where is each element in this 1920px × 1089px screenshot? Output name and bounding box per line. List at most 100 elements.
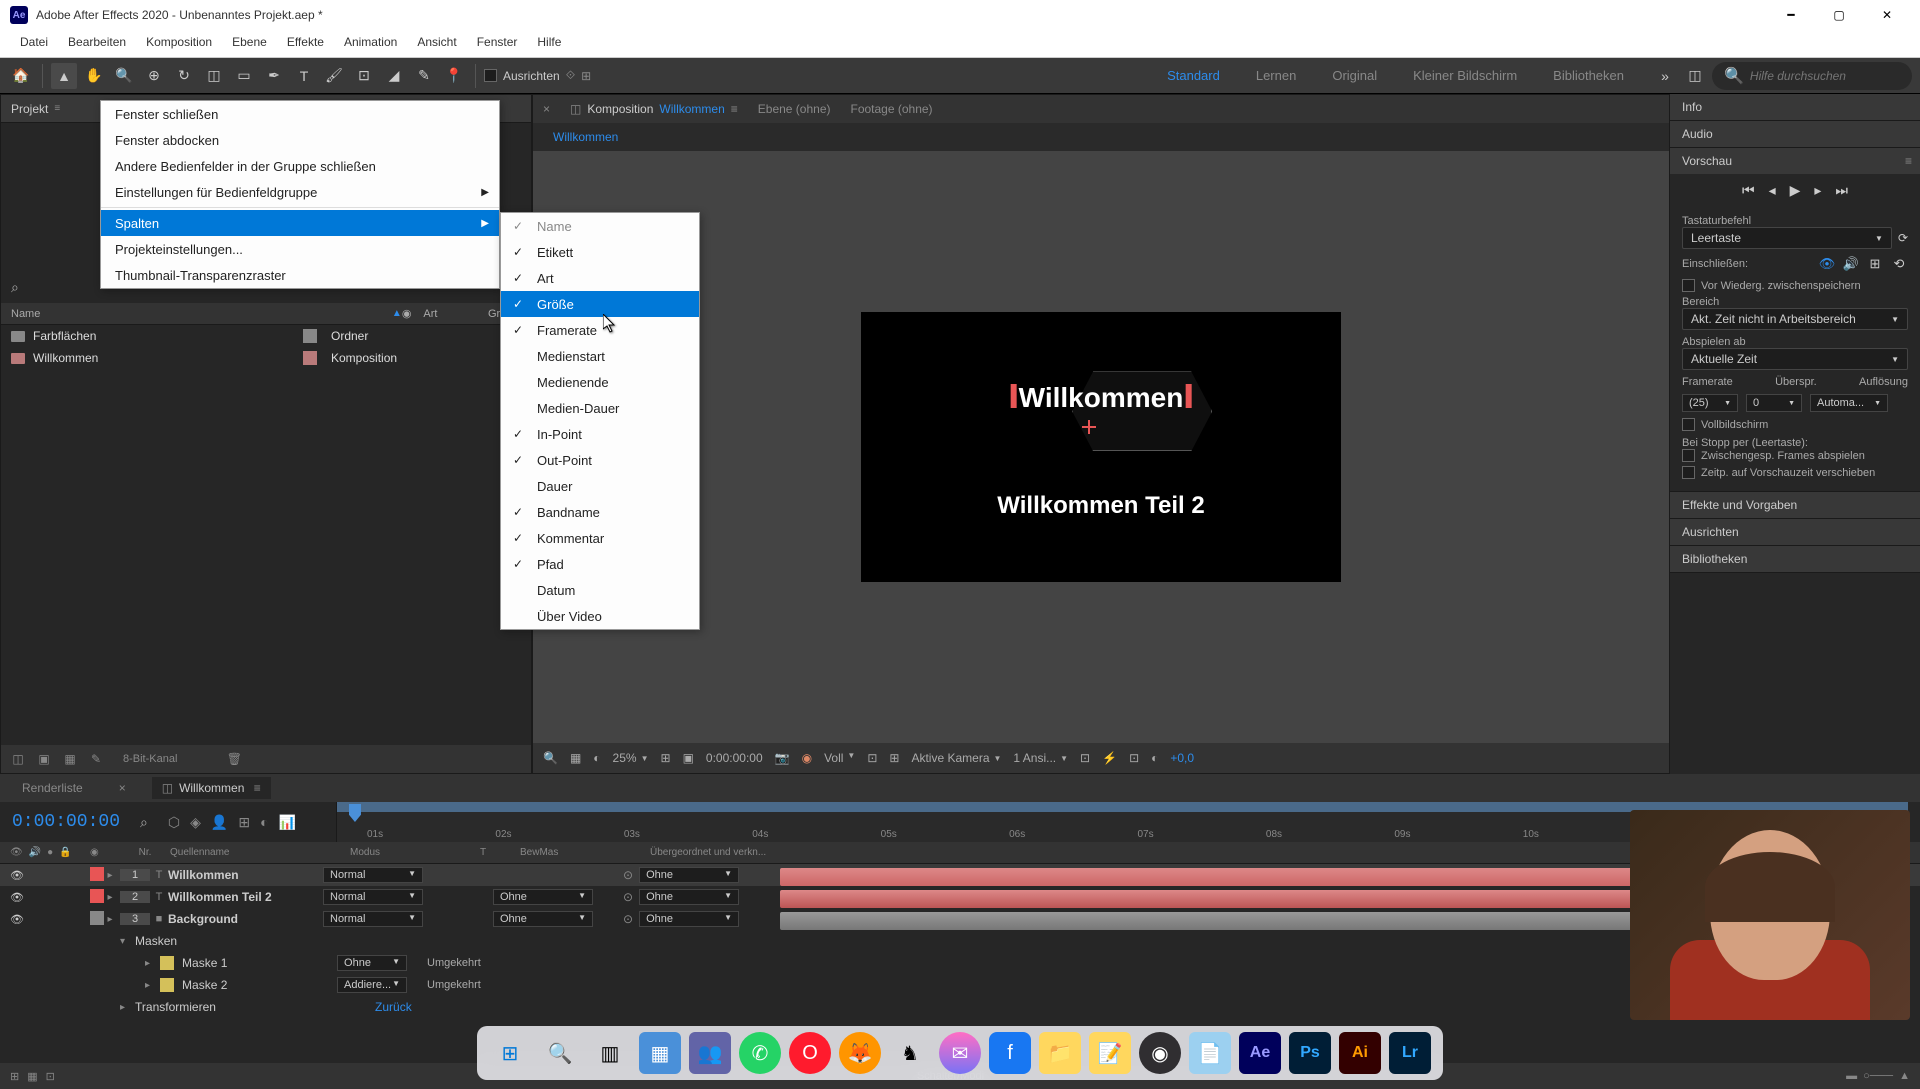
ctx-column-item[interactable]: Über Video — [501, 603, 699, 629]
search-taskbar-icon[interactable]: 🔍 — [539, 1032, 581, 1074]
ctx-column-item[interactable]: ✓Kommentar — [501, 525, 699, 551]
col-nr[interactable]: Nr. — [120, 847, 170, 858]
start-icon[interactable]: ⊞ — [489, 1032, 531, 1074]
resolution-dropdown[interactable]: Voll▼ — [824, 751, 855, 765]
timeline-comp-tab[interactable]: ◫Willkommen ≡ — [152, 777, 271, 799]
audio-panel[interactable]: Audio — [1682, 127, 1713, 141]
text-layer-1[interactable]: Willkommen — [1019, 382, 1184, 414]
audio-include-icon[interactable]: 🔊 — [1842, 255, 1860, 273]
roto-tool[interactable]: ✎ — [411, 63, 437, 89]
menu-bearbeiten[interactable]: Bearbeiten — [58, 30, 136, 57]
ruler-tick[interactable]: 04s — [752, 829, 880, 842]
libraries-panel[interactable]: Bibliotheken — [1682, 552, 1747, 566]
snap-checkbox[interactable] — [484, 69, 497, 82]
ruler-tick[interactable]: 02s — [495, 829, 623, 842]
label-col-icon[interactable]: ◉ — [90, 847, 99, 858]
ctx-item[interactable]: Andere Bedienfelder in der Gruppe schlie… — [101, 153, 499, 179]
obs-icon[interactable]: ◉ — [1139, 1032, 1181, 1074]
timeline-timecode[interactable]: 0:00:00:00 — [12, 812, 120, 832]
menu-komposition[interactable]: Komposition — [136, 30, 222, 57]
col-mode[interactable]: Modus — [350, 847, 480, 858]
teams-icon[interactable]: 👥 — [689, 1032, 731, 1074]
magnification-icon[interactable]: 🔍 — [543, 751, 558, 765]
visibility-icon[interactable]: 👁 — [10, 868, 24, 882]
visibility-icon[interactable]: 👁 — [10, 912, 24, 926]
fullscreen-checkbox[interactable] — [1682, 418, 1695, 431]
lightroom-icon[interactable]: Lr — [1389, 1032, 1431, 1074]
ctx-column-item[interactable]: Medien-Dauer — [501, 395, 699, 421]
zoom-tool[interactable]: 🔍 — [111, 63, 137, 89]
parent-dropdown[interactable]: Ohne▼ — [639, 911, 739, 927]
parent-dropdown[interactable]: Ohne▼ — [639, 867, 739, 883]
mask-mode-dropdown[interactable]: Ohne▼ — [337, 955, 407, 971]
snap-options-icon[interactable]: ⊞ — [581, 69, 591, 83]
menu-ebene[interactable]: Ebene — [222, 30, 277, 57]
render-queue-tab[interactable]: Renderliste — [12, 777, 93, 799]
zoom-slider[interactable]: ○─── — [1863, 1070, 1893, 1082]
ctx-column-item[interactable]: ✓Name — [501, 213, 699, 239]
project-item[interactable]: WillkommenKomposition — [1, 347, 531, 369]
effects-panel[interactable]: Effekte und Vorgaben — [1682, 498, 1797, 512]
ctx-column-item[interactable]: Medienstart — [501, 343, 699, 369]
shape-tool[interactable]: ▭ — [231, 63, 257, 89]
puppet-tool[interactable]: 📍 — [441, 63, 467, 89]
bit-depth[interactable]: 8-Bit-Kanal — [123, 753, 177, 765]
panel-menu-icon[interactable]: ≡ — [54, 103, 60, 114]
messenger-icon[interactable]: ✉ — [939, 1032, 981, 1074]
time-display[interactable]: 0:00:00:00 — [706, 751, 763, 765]
menu-effekte[interactable]: Effekte — [277, 30, 334, 57]
info-panel[interactable]: Info — [1682, 100, 1702, 114]
project-item[interactable]: FarbflächenOrdner — [1, 325, 531, 347]
matte-dropdown[interactable]: Ohne▼ — [493, 911, 593, 927]
preview-panel[interactable]: Vorschau — [1682, 154, 1732, 168]
visibility-icon[interactable]: 👁 — [10, 890, 24, 904]
camera-tool[interactable]: ◫ — [201, 63, 227, 89]
toggle-alpha-icon[interactable]: ▦ — [570, 751, 581, 765]
ctx-column-item[interactable]: Datum — [501, 577, 699, 603]
firefox-icon[interactable]: 🦊 — [839, 1032, 881, 1074]
menu-animation[interactable]: Animation — [334, 30, 407, 57]
layer-tab[interactable]: Ebene (ohne) — [758, 102, 831, 116]
ctx-item[interactable]: Fenster abdocken — [101, 127, 499, 153]
last-frame-icon[interactable]: ⏭ — [1835, 182, 1848, 199]
composition-canvas[interactable]: Willkommen Willkommen Teil 2 — [861, 312, 1341, 582]
toggle-in-out-icon[interactable]: ⊡ — [46, 1070, 55, 1083]
resolution-icon[interactable]: ⊞ — [661, 751, 671, 765]
mask-mode-dropdown[interactable]: Addiere...▼ — [337, 977, 407, 993]
close-button[interactable]: ✕ — [1864, 0, 1910, 30]
skip-input[interactable]: 0▼ — [1746, 394, 1802, 412]
stamp-tool[interactable]: ⊡ — [351, 63, 377, 89]
col-name[interactable]: Name — [11, 308, 212, 320]
pickwhip-icon[interactable]: ⊙ — [623, 912, 633, 926]
photoshop-icon[interactable]: Ps — [1289, 1032, 1331, 1074]
solo-col-icon[interactable]: ● — [47, 847, 53, 858]
app-icon[interactable]: ♞ — [889, 1032, 931, 1074]
selection-tool[interactable]: ▲ — [51, 63, 77, 89]
roi-icon[interactable]: ▣ — [683, 751, 694, 765]
composition-tab[interactable]: ◫ Komposition Willkommen ≡ — [570, 102, 738, 116]
ctx-column-item[interactable]: ✓In-Point — [501, 421, 699, 447]
graph-editor-icon[interactable]: 📊 — [279, 814, 296, 831]
brush-tool[interactable]: 🖌 — [321, 63, 347, 89]
parent-dropdown[interactable]: Ohne▼ — [639, 889, 739, 905]
pen-tool[interactable]: ✒ — [261, 63, 287, 89]
align-panel[interactable]: Ausrichten — [1682, 525, 1739, 539]
ctx-item[interactable]: Projekteinstellungen... — [101, 236, 499, 262]
workspace-overflow-icon[interactable]: » — [1652, 63, 1678, 89]
frame-blend-icon[interactable]: ⊞ — [238, 814, 250, 831]
ctx-column-item[interactable]: ✓Pfad — [501, 551, 699, 577]
pickwhip-icon[interactable]: ⊙ — [623, 868, 633, 882]
expand-icon[interactable]: ▸ — [100, 870, 120, 881]
menu-ansicht[interactable]: Ansicht — [407, 30, 466, 57]
motion-blur-icon[interactable]: ◐ — [260, 814, 268, 831]
zoom-out-icon[interactable]: ▬ — [1846, 1070, 1857, 1082]
next-frame-icon[interactable]: ▸ — [1814, 182, 1821, 199]
eraser-tool[interactable]: ◢ — [381, 63, 407, 89]
col-parent[interactable]: Übergeordnet und verkn... — [650, 847, 810, 858]
menu-datei[interactable]: Datei — [10, 30, 58, 57]
loop-icon[interactable]: ⟲ — [1890, 255, 1908, 273]
workspace-kleiner bildschirm[interactable]: Kleiner Bildschirm — [1405, 64, 1525, 87]
playhead[interactable] — [349, 804, 361, 822]
collapse-icon[interactable]: ▾ — [120, 936, 125, 947]
video-include-icon[interactable]: 👁 — [1818, 255, 1836, 273]
